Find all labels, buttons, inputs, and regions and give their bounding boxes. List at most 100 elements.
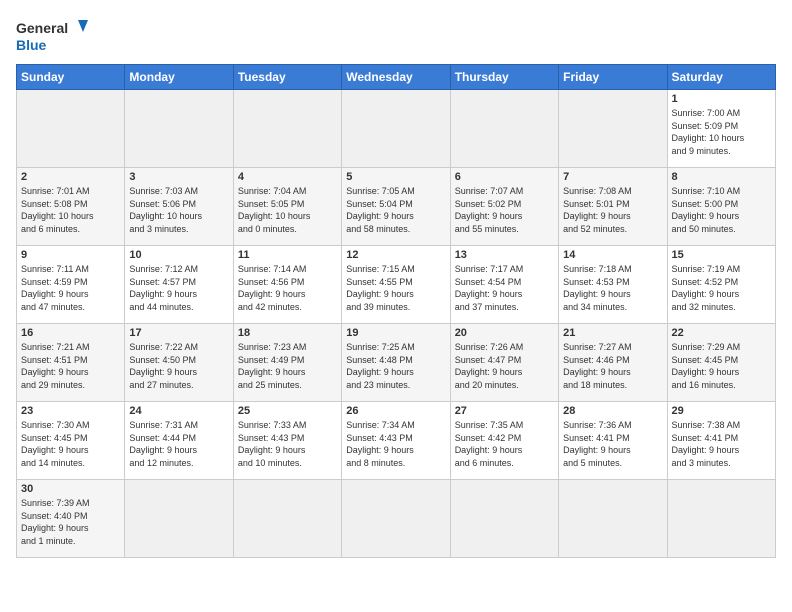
calendar-cell [233, 90, 341, 168]
day-info: Sunrise: 7:30 AM Sunset: 4:45 PM Dayligh… [21, 419, 120, 469]
day-info: Sunrise: 7:34 AM Sunset: 4:43 PM Dayligh… [346, 419, 445, 469]
calendar-cell: 27 Sunrise: 7:35 AM Sunset: 4:42 PM Dayli… [450, 402, 558, 480]
day-number: 15 [672, 249, 771, 261]
day-number: 10 [129, 249, 228, 261]
day-number: 24 [129, 405, 228, 417]
day-info: Sunrise: 7:38 AM Sunset: 4:41 PM Dayligh… [672, 419, 771, 469]
day-number: 19 [346, 327, 445, 339]
day-info: Sunrise: 7:23 AM Sunset: 4:49 PM Dayligh… [238, 341, 337, 391]
calendar-cell: 5Sunrise: 7:05 AM Sunset: 5:04 PM Daylig… [342, 168, 450, 246]
calendar-cell: 12 Sunrise: 7:15 AM Sunset: 4:55 PM Dayli… [342, 246, 450, 324]
calendar-cell [559, 480, 667, 558]
day-info: Sunrise: 7:12 AM Sunset: 4:57 PM Dayligh… [129, 263, 228, 313]
day-number: 29 [672, 405, 771, 417]
calendar-cell: 14 Sunrise: 7:18 AM Sunset: 4:53 PM Dayli… [559, 246, 667, 324]
calendar-week-row: 16 Sunrise: 7:21 AM Sunset: 4:51 PM Dayli… [17, 324, 776, 402]
day-info: Sunrise: 7:25 AM Sunset: 4:48 PM Dayligh… [346, 341, 445, 391]
calendar-cell [17, 90, 125, 168]
calendar-cell: 15Sunrise: 7:19 AM Sunset: 4:52 PM Dayli… [667, 246, 775, 324]
calendar-cell [342, 480, 450, 558]
page-header: General Blue [16, 16, 776, 56]
calendar-cell [667, 480, 775, 558]
day-info: Sunrise: 7:31 AM Sunset: 4:44 PM Dayligh… [129, 419, 228, 469]
calendar-cell: 7 Sunrise: 7:08 AM Sunset: 5:01 PM Daylig… [559, 168, 667, 246]
day-number: 1 [672, 93, 771, 105]
calendar-table: SundayMondayTuesdayWednesdayThursdayFrid… [16, 64, 776, 558]
calendar-cell: 8 Sunrise: 7:10 AM Sunset: 5:00 PM Daylig… [667, 168, 775, 246]
day-number: 22 [672, 327, 771, 339]
day-info: Sunrise: 7:07 AM Sunset: 5:02 PM Dayligh… [455, 185, 554, 235]
calendar-cell: 6 Sunrise: 7:07 AM Sunset: 5:02 PM Daylig… [450, 168, 558, 246]
day-number: 9 [21, 249, 120, 261]
calendar-cell [125, 90, 233, 168]
day-info: Sunrise: 7:01 AM Sunset: 5:08 PM Dayligh… [21, 185, 120, 235]
day-header-saturday: Saturday [667, 65, 775, 90]
logo: General Blue [16, 16, 96, 56]
day-number: 30 [21, 483, 120, 495]
day-info: Sunrise: 7:18 AM Sunset: 4:53 PM Dayligh… [563, 263, 662, 313]
day-number: 20 [455, 327, 554, 339]
day-info: Sunrise: 7:21 AM Sunset: 4:51 PM Dayligh… [21, 341, 120, 391]
day-info: Sunrise: 7:17 AM Sunset: 4:54 PM Dayligh… [455, 263, 554, 313]
day-number: 13 [455, 249, 554, 261]
calendar-cell: 1 Sunrise: 7:00 AM Sunset: 5:09 PM Daylig… [667, 90, 775, 168]
calendar-cell: 28Sunrise: 7:36 AM Sunset: 4:41 PM Dayli… [559, 402, 667, 480]
generalblue-logo-icon: General Blue [16, 16, 96, 56]
calendar-cell: 29 Sunrise: 7:38 AM Sunset: 4:41 PM Dayli… [667, 402, 775, 480]
day-number: 25 [238, 405, 337, 417]
day-number: 14 [563, 249, 662, 261]
calendar-cell: 9 Sunrise: 7:11 AM Sunset: 4:59 PM Daylig… [17, 246, 125, 324]
day-header-sunday: Sunday [17, 65, 125, 90]
calendar-cell: 13 Sunrise: 7:17 AM Sunset: 4:54 PM Dayli… [450, 246, 558, 324]
calendar-week-row: 1 Sunrise: 7:00 AM Sunset: 5:09 PM Daylig… [17, 90, 776, 168]
day-number: 3 [129, 171, 228, 183]
day-info: Sunrise: 7:35 AM Sunset: 4:42 PM Dayligh… [455, 419, 554, 469]
day-info: Sunrise: 7:39 AM Sunset: 4:40 PM Dayligh… [21, 497, 120, 547]
calendar-cell: 16 Sunrise: 7:21 AM Sunset: 4:51 PM Dayli… [17, 324, 125, 402]
day-header-tuesday: Tuesday [233, 65, 341, 90]
day-number: 7 [563, 171, 662, 183]
calendar-cell [342, 90, 450, 168]
day-header-friday: Friday [559, 65, 667, 90]
calendar-cell: 17Sunrise: 7:22 AM Sunset: 4:50 PM Dayli… [125, 324, 233, 402]
day-number: 21 [563, 327, 662, 339]
day-number: 18 [238, 327, 337, 339]
day-number: 28 [563, 405, 662, 417]
day-info: Sunrise: 7:08 AM Sunset: 5:01 PM Dayligh… [563, 185, 662, 235]
calendar-week-row: 2Sunrise: 7:01 AM Sunset: 5:08 PM Daylig… [17, 168, 776, 246]
day-info: Sunrise: 7:15 AM Sunset: 4:55 PM Dayligh… [346, 263, 445, 313]
day-info: Sunrise: 7:00 AM Sunset: 5:09 PM Dayligh… [672, 107, 771, 157]
svg-text:Blue: Blue [16, 37, 47, 53]
calendar-cell [450, 90, 558, 168]
day-info: Sunrise: 7:33 AM Sunset: 4:43 PM Dayligh… [238, 419, 337, 469]
day-info: Sunrise: 7:10 AM Sunset: 5:00 PM Dayligh… [672, 185, 771, 235]
calendar-cell: 18 Sunrise: 7:23 AM Sunset: 4:49 PM Dayli… [233, 324, 341, 402]
day-number: 12 [346, 249, 445, 261]
day-header-thursday: Thursday [450, 65, 558, 90]
day-number: 26 [346, 405, 445, 417]
calendar-cell: 23 Sunrise: 7:30 AM Sunset: 4:45 PM Dayli… [17, 402, 125, 480]
calendar-cell: 2Sunrise: 7:01 AM Sunset: 5:08 PM Daylig… [17, 168, 125, 246]
day-number: 17 [129, 327, 228, 339]
day-number: 16 [21, 327, 120, 339]
day-number: 5 [346, 171, 445, 183]
calendar-week-row: 23 Sunrise: 7:30 AM Sunset: 4:45 PM Dayli… [17, 402, 776, 480]
calendar-cell: 30 Sunrise: 7:39 AM Sunset: 4:40 PM Dayli… [17, 480, 125, 558]
day-info: Sunrise: 7:11 AM Sunset: 4:59 PM Dayligh… [21, 263, 120, 313]
day-number: 11 [238, 249, 337, 261]
day-info: Sunrise: 7:03 AM Sunset: 5:06 PM Dayligh… [129, 185, 228, 235]
day-number: 8 [672, 171, 771, 183]
day-number: 4 [238, 171, 337, 183]
calendar-cell: 21Sunrise: 7:27 AM Sunset: 4:46 PM Dayli… [559, 324, 667, 402]
day-info: Sunrise: 7:26 AM Sunset: 4:47 PM Dayligh… [455, 341, 554, 391]
calendar-cell: 24 Sunrise: 7:31 AM Sunset: 4:44 PM Dayli… [125, 402, 233, 480]
calendar-week-row: 9 Sunrise: 7:11 AM Sunset: 4:59 PM Daylig… [17, 246, 776, 324]
day-number: 23 [21, 405, 120, 417]
calendar-cell: 4Sunrise: 7:04 AM Sunset: 5:05 PM Daylig… [233, 168, 341, 246]
day-number: 27 [455, 405, 554, 417]
calendar-cell [125, 480, 233, 558]
calendar-cell: 22Sunrise: 7:29 AM Sunset: 4:45 PM Dayli… [667, 324, 775, 402]
day-number: 6 [455, 171, 554, 183]
calendar-cell: 25 Sunrise: 7:33 AM Sunset: 4:43 PM Dayli… [233, 402, 341, 480]
day-info: Sunrise: 7:14 AM Sunset: 4:56 PM Dayligh… [238, 263, 337, 313]
